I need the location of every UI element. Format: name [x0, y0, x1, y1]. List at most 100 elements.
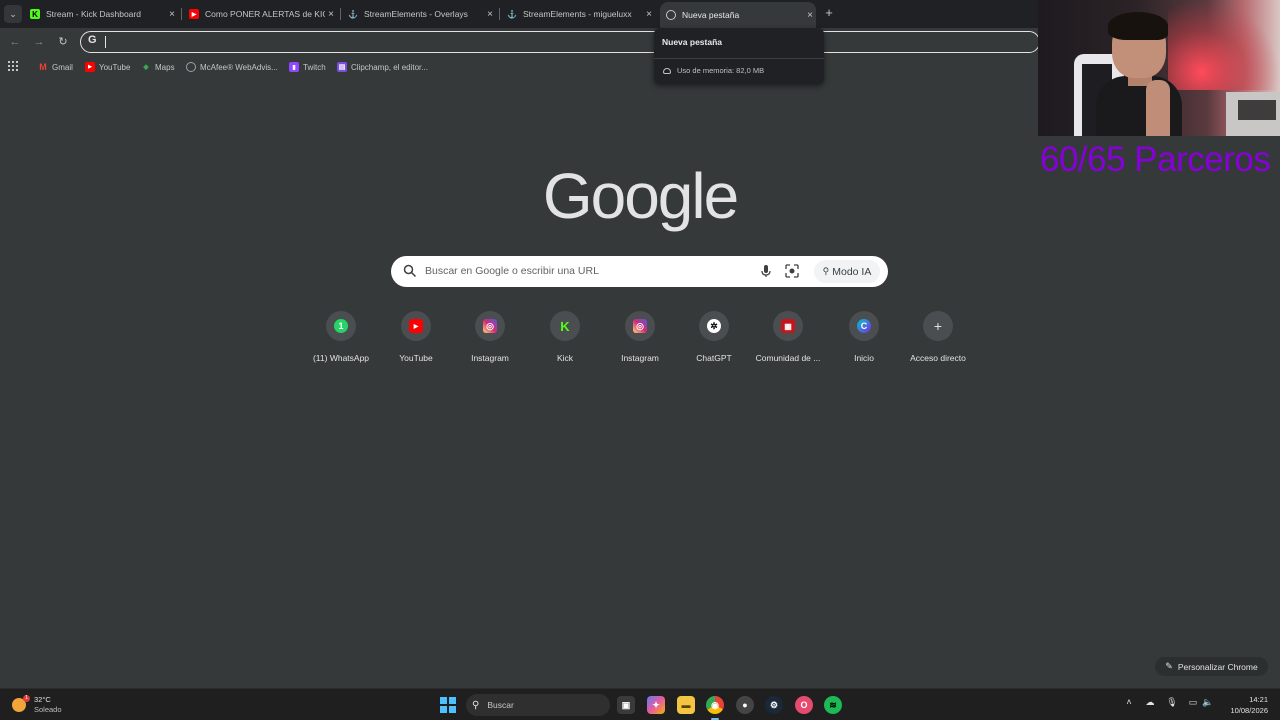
speaker-icon[interactable]: 🔈 — [1201, 697, 1215, 708]
kick-icon: K — [560, 318, 570, 334]
mcafee-icon — [186, 62, 196, 72]
microphone-icon[interactable] — [759, 264, 773, 278]
close-icon[interactable]: × — [325, 9, 337, 20]
tab-divider — [181, 8, 182, 20]
bookmark-label: Clipchamp, el editor... — [351, 62, 428, 72]
shortcut-kick[interactable]: K Kick — [529, 310, 601, 370]
taskbar-search-label: Buscar — [487, 700, 514, 710]
bookmark-label: YouTube — [99, 62, 131, 72]
shortcut-label: Comunidad de ... — [755, 353, 821, 363]
shortcut-label: Instagram — [471, 353, 509, 363]
back-icon[interactable]: ← — [7, 34, 23, 50]
canva-icon: C — [857, 319, 871, 333]
close-icon[interactable]: × — [484, 9, 496, 20]
ai-mode-button[interactable]: ⚲ Modo IA — [814, 260, 880, 283]
tab-divider — [499, 8, 500, 20]
shortcut-inicio[interactable]: C Inicio — [828, 310, 900, 370]
forward-icon[interactable]: → — [31, 34, 47, 50]
new-tab-button[interactable]: + — [822, 6, 836, 20]
windows-start-icon[interactable] — [440, 697, 456, 713]
network-cloud-icon[interactable]: ☁ — [1143, 697, 1157, 708]
whatsapp-icon: 1 — [334, 319, 348, 333]
tab-kick-dashboard[interactable]: K Stream - Kick Dashboard × — [30, 3, 178, 25]
youtube-icon: ▶ — [409, 319, 423, 333]
shortcut-label: ChatGPT — [696, 353, 732, 363]
shortcut-label: Instagram — [621, 353, 659, 363]
chrome-icon[interactable]: ◉ — [706, 696, 724, 714]
google-lens-icon[interactable] — [785, 264, 799, 278]
shortcut-whatsapp[interactable]: 1 (11) WhatsApp — [305, 310, 377, 370]
file-explorer-icon[interactable]: ▬ — [677, 696, 695, 714]
shortcut-add[interactable]: + Acceso directo — [902, 310, 974, 370]
tab-hover-card: Nueva pestaña Uso de memoria: 82,0 MB — [654, 28, 824, 84]
streamelements-icon: ⚓ — [348, 9, 358, 19]
google-logo: Google — [542, 160, 739, 232]
search-icon: ⚲ — [472, 699, 480, 711]
close-icon[interactable]: × — [804, 10, 816, 21]
google-g-icon: G — [88, 34, 97, 46]
shortcut-youtube[interactable]: ▶ YouTube — [380, 310, 452, 370]
text-cursor — [105, 36, 106, 48]
clock-date: 10/08/2026 — [1230, 706, 1268, 715]
screen: ⌄ K Stream - Kick Dashboard × ▶ Como PON… — [0, 0, 1280, 720]
shortcut-label: YouTube — [399, 353, 433, 363]
bookmark-twitch[interactable]: ▮ Twitch — [289, 60, 326, 74]
notification-badge: 1 — [23, 695, 30, 702]
bookmark-label: Gmail — [52, 62, 73, 72]
webcam-overlay — [1038, 0, 1280, 136]
tab-streamelements-migueluxx[interactable]: ⚓ StreamElements - migueluxx × — [507, 3, 655, 25]
apps-grid-icon[interactable] — [8, 61, 18, 71]
twitch-icon: ▮ — [289, 62, 299, 72]
weather-widget[interactable]: 1 32°C Soleado — [12, 693, 62, 717]
chrome-icon — [666, 10, 676, 20]
display-icon[interactable]: ▭ — [1186, 697, 1200, 708]
tab-youtube-alertas[interactable]: ▶ Como PONER ALERTAS de KICK × — [189, 3, 337, 25]
spotify-icon[interactable]: ≋ — [824, 696, 842, 714]
bookmark-mcafee[interactable]: McAfee® WebAdvis... — [186, 60, 278, 74]
shortcut-chatgpt[interactable]: ✲ ChatGPT — [678, 310, 750, 370]
copilot-icon[interactable]: ✦ — [647, 696, 665, 714]
tab-title: Stream - Kick Dashboard — [46, 9, 141, 19]
steam-icon[interactable]: ⚙ — [765, 696, 783, 714]
bookmark-label: Maps — [155, 62, 175, 72]
tab-search-button[interactable]: ⌄ — [4, 5, 22, 23]
obs-icon[interactable]: ● — [736, 696, 754, 714]
hover-card-title: Nueva pestaña — [662, 37, 722, 47]
shortcut-comunidad[interactable]: ▦ Comunidad de ... — [752, 310, 824, 370]
bookmark-clipchamp[interactable]: ▤ Clipchamp, el editor... — [337, 60, 428, 74]
opera-gx-icon[interactable]: O — [795, 696, 813, 714]
tab-nueva-pestana[interactable]: Nueva pestaña × — [660, 2, 816, 28]
bookmark-youtube[interactable]: ▶ YouTube — [85, 60, 130, 74]
ntp-search-box[interactable]: Buscar en Google o escribir una URL ⚲ Mo… — [391, 256, 888, 287]
chevron-up-icon[interactable]: ˄ — [1122, 697, 1136, 707]
customize-chrome-button[interactable]: ✎ Personalizar Chrome — [1155, 657, 1268, 676]
pencil-icon: ✎ — [1165, 661, 1173, 671]
clipchamp-icon: ▤ — [337, 62, 347, 72]
shortcut-instagram-2[interactable]: ◎ Instagram — [604, 310, 676, 370]
clock-time: 14:21 — [1249, 695, 1268, 704]
microphone-icon[interactable]: 🎙 — [1165, 697, 1179, 708]
add-shortcut-icon: + — [933, 318, 943, 334]
close-icon[interactable]: × — [643, 9, 655, 20]
shortcut-instagram[interactable]: ◎ Instagram — [454, 310, 526, 370]
tab-streamelements-overlays[interactable]: ⚓ StreamElements - Overlays × — [348, 3, 496, 25]
streamelements-icon: ⚓ — [507, 9, 517, 19]
bookmark-gmail[interactable]: M Gmail — [38, 60, 73, 74]
system-clock[interactable]: 14:21 10/08/2026 — [1218, 694, 1276, 716]
bookmark-label: McAfee® WebAdvis... — [200, 62, 278, 72]
tab-divider — [340, 8, 341, 20]
memory-usage: Uso de memoria: 82,0 MB — [663, 66, 764, 75]
shortcut-label: Kick — [556, 353, 574, 363]
comunidad-icon: ▦ — [781, 319, 795, 333]
tab-title: Como PONER ALERTAS de KICK — [205, 9, 325, 19]
tab-title: Nueva pestaña — [682, 10, 740, 20]
taskbar-search[interactable]: ⚲ Buscar — [466, 694, 610, 716]
bookmark-maps[interactable]: ◆ Maps — [141, 60, 175, 74]
close-icon[interactable]: × — [166, 9, 178, 20]
task-view-icon[interactable]: ▣ — [617, 696, 635, 714]
reload-icon[interactable]: ↻ — [55, 34, 71, 50]
address-bar[interactable]: G — [80, 31, 1040, 53]
chatgpt-icon: ✲ — [707, 319, 721, 333]
customize-label: Personalizar Chrome — [1177, 661, 1258, 672]
tab-title: StreamElements - migueluxx — [523, 9, 632, 19]
